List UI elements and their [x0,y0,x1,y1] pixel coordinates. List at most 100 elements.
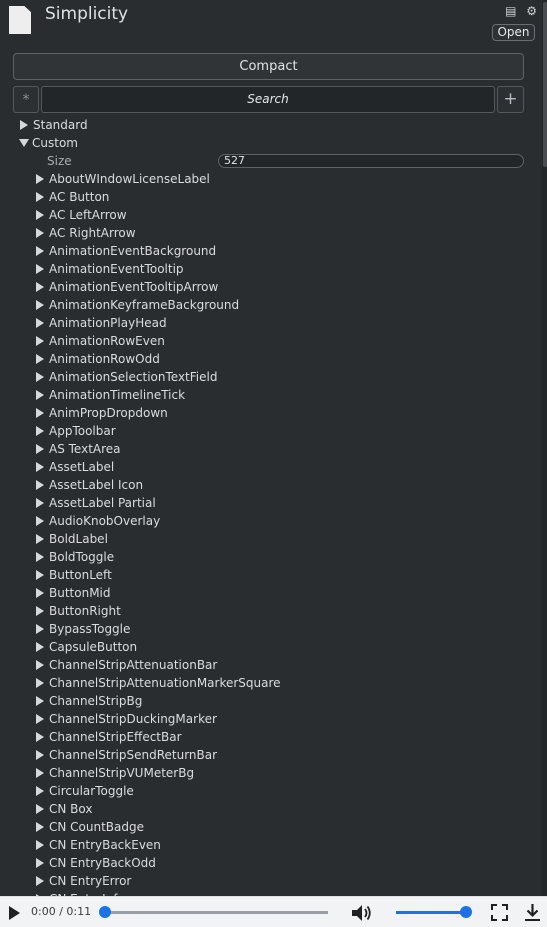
tree-item[interactable]: ChannelStripAttenuationBar [36,656,217,674]
expand-arrow-icon[interactable] [36,624,44,634]
progress-knob[interactable] [99,906,111,918]
tree-item[interactable]: ChannelStripAttenuationMarkerSquare [36,674,281,692]
expand-arrow-icon[interactable] [36,840,44,850]
expand-arrow-icon[interactable] [36,228,44,238]
expand-arrow-icon[interactable] [36,354,44,364]
volume-knob[interactable] [460,906,472,918]
compact-button[interactable]: Compact [13,53,524,80]
tree-item[interactable]: AnimationTimelineTick [36,386,185,404]
expand-arrow-icon[interactable] [36,732,44,742]
expand-arrow-icon[interactable] [36,390,44,400]
expand-arrow-icon[interactable] [36,804,44,814]
download-icon[interactable] [524,903,541,922]
tree-item[interactable]: ChannelStripBg [36,692,142,710]
tree-item[interactable]: AnimationKeyframeBackground [36,296,239,314]
expand-arrow-icon[interactable] [36,876,44,886]
tree-item[interactable]: AS TextArea [36,440,121,458]
expand-arrow-icon[interactable] [36,372,44,382]
progress-bar[interactable] [105,911,328,914]
expand-arrow-icon[interactable] [36,210,44,220]
expand-arrow-icon[interactable] [36,426,44,436]
expand-arrow-icon[interactable] [36,588,44,598]
expand-arrow-icon[interactable] [36,552,44,562]
tree-item[interactable]: ChannelStripSendReturnBar [36,746,217,764]
tree-item[interactable]: ChannelStripDuckingMarker [36,710,217,728]
tree-node-standard[interactable]: Standard [20,116,88,134]
toolbar-icons[interactable]: ▤ ⚙ [505,4,540,18]
volume-slider[interactable] [396,911,466,914]
expand-arrow-icon[interactable] [36,750,44,760]
expand-arrow-icon[interactable] [36,174,44,184]
tree-item[interactable]: AppToolbar [36,422,116,440]
expand-arrow-icon[interactable] [36,858,44,868]
tree-item[interactable]: CN CountBadge [36,818,144,836]
size-field[interactable]: 527 [218,154,524,168]
expand-arrow-icon[interactable] [36,336,44,346]
tree-item[interactable]: AssetLabel Icon [36,476,143,494]
tree-item[interactable]: CN Box [36,800,92,818]
expand-arrow-icon[interactable] [36,516,44,526]
expand-arrow-icon[interactable] [36,714,44,724]
tree-item[interactable]: AC RightArrow [36,224,136,242]
tree-item[interactable]: BoldToggle [36,548,114,566]
tree-item[interactable]: AC LeftArrow [36,206,127,224]
tree-item[interactable]: AssetLabel [36,458,114,476]
tree-item[interactable]: ButtonLeft [36,566,112,584]
tree-item[interactable]: BypassToggle [36,620,130,638]
add-button[interactable]: + [497,86,524,113]
play-icon[interactable] [9,906,20,920]
tree-item[interactable]: BoldLabel [36,530,108,548]
tree-item[interactable]: AnimationEventBackground [36,242,216,260]
open-button[interactable]: Open [492,24,535,41]
tree-item[interactable]: AssetLabel Partial [36,494,156,512]
expand-arrow-icon[interactable] [36,606,44,616]
expand-arrow-icon[interactable] [36,462,44,472]
tree-item[interactable]: AC Button [36,188,109,206]
expand-arrow-icon[interactable] [36,498,44,508]
expand-arrow-icon[interactable] [36,444,44,454]
collapse-arrow-icon[interactable] [19,139,29,147]
search-input[interactable]: Search [41,86,495,113]
expand-arrow-icon[interactable] [36,786,44,796]
tree-item[interactable]: AnimationRowOdd [36,350,160,368]
expand-arrow-icon[interactable] [36,480,44,490]
expand-arrow-icon[interactable] [36,246,44,256]
tree-item[interactable]: AnimationSelectionTextField [36,368,217,386]
expand-arrow-icon[interactable] [36,318,44,328]
tree-item[interactable]: CapsuleButton [36,638,137,656]
scrollbar-thumb[interactable] [543,2,547,167]
tree-item[interactable]: CN EntryBackOdd [36,854,156,872]
expand-arrow-icon[interactable] [36,300,44,310]
tree-item[interactable]: CN EntryBackEven [36,836,161,854]
expand-arrow-icon[interactable] [36,696,44,706]
volume-icon[interactable] [351,904,373,922]
expand-arrow-icon[interactable] [20,120,28,130]
tree-item[interactable]: AboutWIndowLicenseLabel [36,170,210,188]
tree-item[interactable]: AnimationEventTooltip [36,260,184,278]
tree-item[interactable]: CircularToggle [36,782,134,800]
tree-item[interactable]: ButtonMid [36,584,111,602]
tree-node-custom[interactable]: Custom [19,134,78,152]
expand-arrow-icon[interactable] [36,534,44,544]
expand-arrow-icon[interactable] [36,678,44,688]
tree-item[interactable]: AnimationRowEven [36,332,165,350]
expand-arrow-icon[interactable] [36,408,44,418]
tree-item[interactable]: ChannelStripEffectBar [36,728,182,746]
expand-arrow-icon[interactable] [36,768,44,778]
expand-arrow-icon[interactable] [36,642,44,652]
expand-arrow-icon[interactable] [36,570,44,580]
scrollbar[interactable] [542,0,547,896]
tree-item[interactable]: ChannelStripVUMeterBg [36,764,194,782]
tree-item[interactable]: ButtonRight [36,602,121,620]
tree-item[interactable]: AnimationEventTooltipArrow [36,278,218,296]
expand-arrow-icon[interactable] [36,282,44,292]
expand-arrow-icon[interactable] [36,192,44,202]
fullscreen-icon[interactable] [491,904,508,921]
expand-arrow-icon[interactable] [36,822,44,832]
tree-item[interactable]: AudioKnobOverlay [36,512,160,530]
expand-arrow-icon[interactable] [36,264,44,274]
tree-item[interactable]: AnimationPlayHead [36,314,167,332]
tree-item[interactable]: AnimPropDropdown [36,404,168,422]
search-filter-button[interactable]: * [13,86,39,113]
tree-item[interactable]: CN EntryError [36,872,131,890]
